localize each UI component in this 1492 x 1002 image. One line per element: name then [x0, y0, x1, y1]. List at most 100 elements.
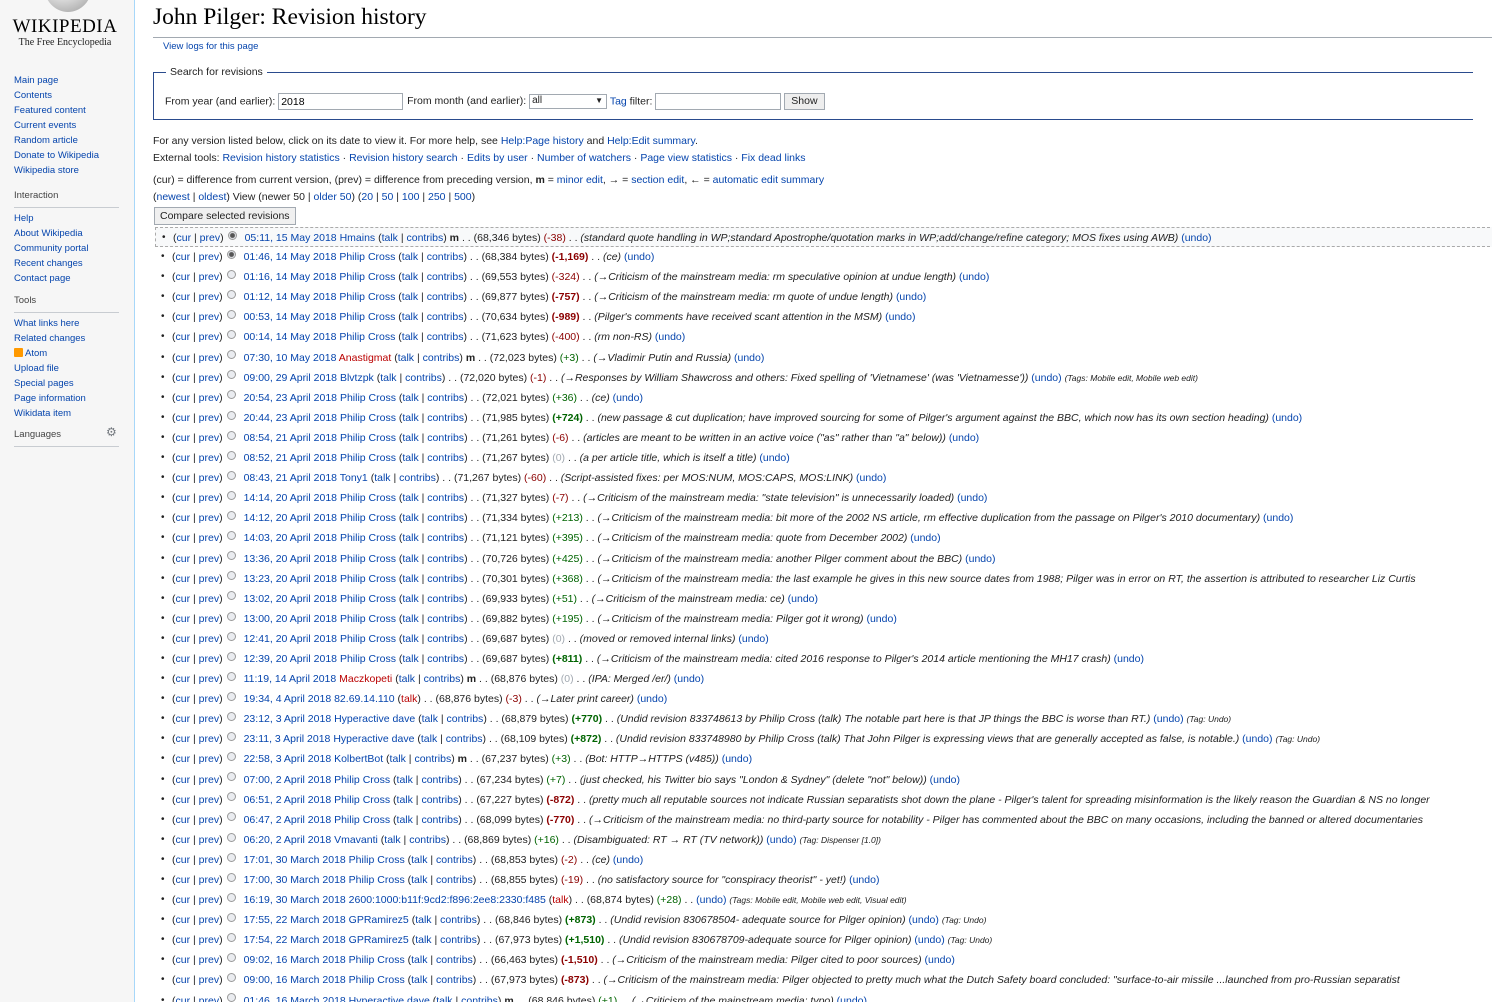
revision-date-link[interactable]: 08:54, 21 April 2018	[244, 432, 337, 444]
sidebar-item-contact-page[interactable]: Contact page	[14, 271, 119, 286]
cur-link[interactable]: cur	[176, 532, 191, 544]
undo-link[interactable]: (undo)	[896, 291, 926, 303]
new-revision-radio[interactable]	[226, 470, 236, 480]
sidebar-item-main-page[interactable]: Main page	[14, 73, 119, 88]
prev-link[interactable]: prev	[199, 974, 219, 986]
user-link[interactable]: Philip Cross	[340, 653, 396, 665]
revision-date-link[interactable]: 13:02, 20 April 2018	[244, 593, 337, 605]
talk-link[interactable]: talk	[402, 532, 418, 544]
prev-link[interactable]: prev	[199, 633, 219, 645]
prev-link[interactable]: prev	[199, 894, 219, 906]
new-revision-radio[interactable]	[226, 430, 236, 440]
new-revision-radio[interactable]	[226, 511, 236, 521]
cur-link[interactable]: cur	[176, 713, 191, 725]
new-revision-radio[interactable]	[226, 551, 236, 561]
revision-date-link[interactable]: 13:23, 20 April 2018	[244, 573, 337, 585]
sidebar-item-recent-changes[interactable]: Recent changes	[14, 256, 119, 271]
contribs-link[interactable]: contribs	[440, 914, 477, 926]
cur-link[interactable]: cur	[176, 372, 191, 384]
talk-link[interactable]: talk	[401, 693, 417, 705]
user-link[interactable]: GPRamirez5	[349, 914, 409, 926]
undo-link[interactable]: (undo)	[722, 753, 752, 765]
undo-link[interactable]: (undo)	[957, 492, 987, 504]
sidebar-item-page-information[interactable]: Page information	[14, 391, 119, 406]
revision-date-link[interactable]: 11:19, 14 April 2018	[244, 673, 337, 685]
user-link[interactable]: Philip Cross	[340, 432, 396, 444]
prev-link[interactable]: prev	[199, 673, 219, 685]
revision-date-link[interactable]: 01:12, 14 May 2018	[244, 291, 337, 303]
undo-link[interactable]: (undo)	[624, 251, 654, 263]
new-revision-radio[interactable]	[226, 892, 236, 902]
revision-date-link[interactable]: 05:11, 15 May 2018	[245, 232, 337, 244]
sidebar-item-featured-content[interactable]: Featured content	[14, 103, 119, 118]
user-link[interactable]: Philip Cross	[340, 553, 396, 565]
user-link[interactable]: 82.69.14.110	[334, 693, 395, 705]
cur-link[interactable]: cur	[176, 874, 191, 886]
contribs-link[interactable]: contribs	[436, 974, 473, 986]
undo-link[interactable]: (undo)	[910, 532, 940, 544]
contribs-link[interactable]: contribs	[421, 794, 458, 806]
cur-link[interactable]: cur	[176, 291, 191, 303]
new-revision-radio[interactable]	[226, 591, 236, 601]
prev-link[interactable]: prev	[199, 311, 219, 323]
talk-link[interactable]: talk	[436, 995, 452, 1002]
help-page-history-link[interactable]: Help:Page history	[501, 135, 584, 147]
contribs-link[interactable]: contribs	[427, 452, 464, 464]
cur-link[interactable]: cur	[176, 693, 191, 705]
revision-date-link[interactable]: 09:02, 16 March 2018	[244, 954, 346, 966]
contribs-link[interactable]: contribs	[423, 352, 460, 364]
prev-link[interactable]: prev	[199, 412, 219, 424]
cur-link[interactable]: cur	[176, 633, 191, 645]
new-revision-radio[interactable]	[226, 953, 236, 963]
cur-link[interactable]: cur	[176, 392, 191, 404]
cur-link[interactable]: cur	[176, 251, 191, 263]
user-link[interactable]: Philip Cross	[339, 251, 395, 263]
show-button[interactable]: Show	[784, 93, 825, 110]
talk-link[interactable]: talk	[398, 352, 414, 364]
contribs-link[interactable]: contribs	[436, 854, 473, 866]
user-link[interactable]: Philip Cross	[340, 613, 396, 625]
contribs-link[interactable]: contribs	[440, 934, 477, 946]
automatic-edit-summary-link[interactable]: automatic edit summary	[713, 174, 824, 186]
new-revision-radio[interactable]	[226, 370, 236, 380]
external-tool-fix-dead-links[interactable]: Fix dead links	[741, 152, 805, 164]
external-tool-edits-by-user[interactable]: Edits by user	[467, 152, 528, 164]
cur-link[interactable]: cur	[176, 733, 191, 745]
talk-link[interactable]: talk	[397, 794, 413, 806]
tag-link[interactable]: Tag	[610, 95, 627, 107]
user-link[interactable]: Philip Cross	[339, 291, 395, 303]
revision-date-link[interactable]: 22:58, 3 April 2018	[244, 753, 332, 765]
contribs-link[interactable]: contribs	[427, 291, 464, 303]
new-revision-radio[interactable]	[226, 872, 236, 882]
contribs-link[interactable]: contribs	[421, 814, 458, 826]
undo-link[interactable]: (undo)	[914, 934, 944, 946]
revision-date-link[interactable]: 20:44, 23 April 2018	[244, 412, 337, 424]
cur-link[interactable]: cur	[176, 512, 191, 524]
old-revision-radio[interactable]	[227, 230, 237, 240]
contribs-link[interactable]: contribs	[409, 834, 446, 846]
talk-link[interactable]: talk	[422, 713, 438, 725]
undo-link[interactable]: (undo)	[759, 452, 789, 464]
undo-link[interactable]: (undo)	[1031, 372, 1061, 384]
user-link[interactable]: Philip Cross	[334, 774, 390, 786]
cur-link[interactable]: cur	[176, 331, 191, 343]
prev-link[interactable]: prev	[199, 713, 219, 725]
cur-link[interactable]: cur	[176, 814, 191, 826]
talk-link[interactable]: talk	[397, 774, 413, 786]
prev-link[interactable]: prev	[199, 693, 219, 705]
sidebar-item-what-links-here[interactable]: What links here	[14, 316, 119, 331]
revision-date-link[interactable]: 06:20, 2 April 2018	[244, 834, 332, 846]
cur-link[interactable]: cur	[176, 311, 191, 323]
talk-link[interactable]: talk	[402, 271, 418, 283]
user-link[interactable]: Philip Cross	[340, 392, 396, 404]
older-50-link[interactable]: older 50	[314, 191, 352, 203]
prev-link[interactable]: prev	[199, 271, 219, 283]
contribs-link[interactable]: contribs	[447, 713, 484, 725]
cur-link[interactable]: cur	[176, 271, 191, 283]
prev-link[interactable]: prev	[199, 512, 219, 524]
sidebar-item-community-portal[interactable]: Community portal	[14, 241, 119, 256]
contribs-link[interactable]: contribs	[427, 311, 464, 323]
user-link[interactable]: Philip Cross	[339, 331, 395, 343]
undo-link[interactable]: (undo)	[925, 954, 955, 966]
external-tool-page-view-statistics[interactable]: Page view statistics	[640, 152, 732, 164]
